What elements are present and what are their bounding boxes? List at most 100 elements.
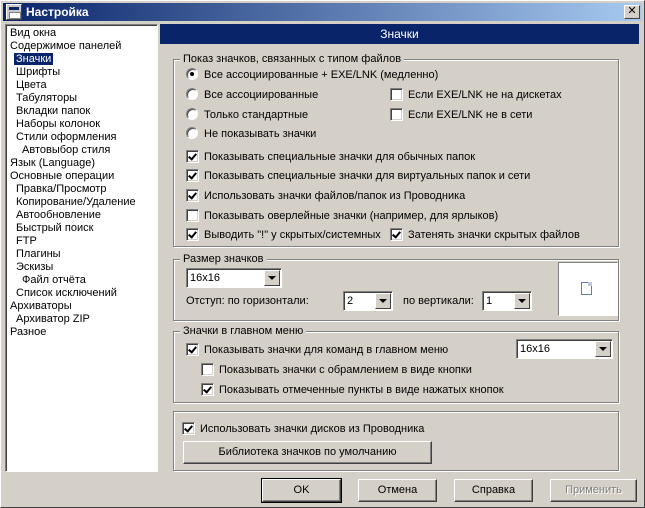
cb-pressed[interactable] [201,383,214,396]
tree-item-label: Плагины [16,248,61,260]
cb-framed-row[interactable]: Показывать значки с обрамлением в виде к… [201,362,472,378]
close-button[interactable]: ✕ [624,5,640,19]
tree-item-label: Автовыбор стиля [22,144,111,156]
tree-item[interactable]: Файл отчёта [6,274,157,287]
file-icon [581,282,592,295]
chevron-down-icon[interactable] [264,270,280,286]
panel-title: Значки [160,24,639,44]
icon-library-button[interactable]: Библиотека значков по умолчанию [183,441,432,464]
menu-icon-size-select[interactable]: 16x16 [516,339,613,359]
tree-item[interactable]: Архиваторы [6,300,157,313]
window-title: Настройка [26,5,89,19]
indent-v-label: по вертикали: [403,295,474,307]
chevron-down-icon[interactable] [375,293,391,309]
cb-pressed-row[interactable]: Показывать отмеченные пункты в виде нажа… [201,382,504,398]
indent-h-select[interactable]: 2 [343,291,393,311]
cb-dim-hidden-row[interactable]: Затенять значки скрытых файлов [390,227,580,243]
cb-explorer-icons-row[interactable]: Использовать значки файлов/папок из Пров… [186,188,465,204]
tree-item[interactable]: Значки [6,53,157,66]
tree-item[interactable]: Автовыбор стиля [6,144,157,157]
tree-item[interactable]: Быстрый поиск [6,222,157,235]
radio-all-exe[interactable] [186,68,198,80]
tree-item-label: Быстрый поиск [16,222,94,234]
cb-exe-not-network[interactable] [390,108,403,121]
cb-special-normal-row[interactable]: Показывать специальные значки для обычны… [186,149,475,165]
tree-item-label: Вкладки папок [16,105,91,117]
tree-item[interactable]: Табуляторы [6,92,157,105]
radio-all-exe-option[interactable]: Все ассоциированные + EXE/LNK (медленно) [186,67,438,83]
tree-item[interactable]: Шрифты [6,66,157,79]
cb-special-normal[interactable] [186,150,199,163]
radio-all-label: Все ассоциированные [204,89,319,101]
tree-item[interactable]: Основные операции [6,170,157,183]
radio-all[interactable] [186,88,198,100]
chevron-down-icon[interactable] [595,341,611,357]
ok-button[interactable]: OK [261,478,342,503]
cb-dim-hidden[interactable] [390,228,403,241]
tree-item[interactable]: Язык (Language) [6,157,157,170]
tree-item[interactable]: Разное [6,326,157,339]
tree-item-label: Правка/Просмотр [16,183,107,195]
help-button[interactable]: Справка [454,479,533,502]
cb-drive-icons-label: Использовать значки дисков из Проводника [200,423,425,435]
radio-standard-option[interactable]: Только стандартные [186,107,308,123]
tree-item[interactable]: Правка/Просмотр [6,183,157,196]
tree-item-label: Содержимое панелей [10,40,122,52]
cb-overlay-row[interactable]: Показывать оверлейные значки (например, … [186,208,498,224]
cb-hidden-excl-label: Выводить "!" у скрытых/системных [204,229,381,241]
radio-standard[interactable] [186,108,198,120]
tree-item[interactable]: Вид окна [6,27,157,40]
cb-exe-not-floppy-label: Если EXE/LNK не на дискетах [408,89,562,101]
icon-size-legend: Размер значков [180,252,267,266]
app-icon [6,4,22,20]
tree-item[interactable]: Копирование/Удаление [6,196,157,209]
apply-button[interactable]: Применить [550,479,637,502]
tree-item-label: Автообновление [16,209,102,221]
icon-size-select[interactable]: 16x16 [186,268,282,288]
cb-exe-not-floppy-row[interactable]: Если EXE/LNK не на дискетах [390,87,562,103]
cb-show-menu-icons[interactable] [186,343,199,356]
cb-drive-icons[interactable] [182,422,195,435]
cb-framed[interactable] [201,363,214,376]
cb-special-virtual[interactable] [186,169,199,182]
title-bar[interactable]: Настройка ✕ [3,3,642,21]
tree-item[interactable]: Эскизы [6,261,157,274]
tree-item-label: Стили оформления [16,131,117,143]
indent-v-select[interactable]: 1 [482,291,532,311]
cb-special-normal-label: Показывать специальные значки для обычны… [204,151,476,163]
cb-special-virtual-row[interactable]: Показывать специальные значки для виртуа… [186,168,530,184]
radio-all-option[interactable]: Все ассоциированные [186,87,318,103]
tree-item[interactable]: Содержимое панелей [6,40,157,53]
tree-item[interactable]: Стили оформления [6,131,157,144]
radio-none[interactable] [186,127,198,139]
icon-size-value: 16x16 [190,272,220,284]
tree-item[interactable]: Список исключений [6,287,157,300]
cb-hidden-excl[interactable] [186,228,199,241]
cb-hidden-excl-row[interactable]: Выводить "!" у скрытых/системных [186,227,381,243]
cb-explorer-icons[interactable] [186,189,199,202]
tree-item[interactable]: Плагины [6,248,157,261]
tree-item[interactable]: Наборы колонок [6,118,157,131]
settings-tree[interactable]: Вид окна Содержимое панелей Значки Шрифты Цв… [5,24,158,472]
tree-item-label: Список исключений [16,287,117,299]
cb-show-menu-icons-row[interactable]: Показывать значки для команд в главном м… [186,342,448,358]
radio-none-option[interactable]: Не показывать значки [186,126,316,142]
cb-exe-not-floppy[interactable] [390,88,403,101]
cb-show-menu-icons-label: Показывать значки для команд в главном м… [204,344,449,356]
tree-item-label: Эскизы [16,261,54,273]
tree-item-label: Шрифты [16,66,61,78]
tree-item[interactable]: Вкладки папок [6,105,157,118]
tree-item[interactable]: Архиватор ZIP [6,313,157,326]
tree-item-label: Файл отчёта [22,274,86,286]
tree-item[interactable]: FTP [6,235,157,248]
chevron-down-icon[interactable] [514,293,530,309]
cb-framed-label: Показывать значки с обрамлением в виде к… [219,364,472,376]
cb-overlay[interactable] [186,209,199,222]
cancel-button[interactable]: Отмена [358,479,437,502]
cb-exe-not-network-row[interactable]: Если EXE/LNK не в сети [390,107,532,123]
tree-item[interactable]: Цвета [6,79,157,92]
indent-v-value: 1 [486,295,493,307]
cb-drive-icons-row[interactable]: Использовать значки дисков из Проводника [182,421,424,437]
tree-item-label: Значки [14,53,54,65]
tree-item[interactable]: Автообновление [6,209,157,222]
